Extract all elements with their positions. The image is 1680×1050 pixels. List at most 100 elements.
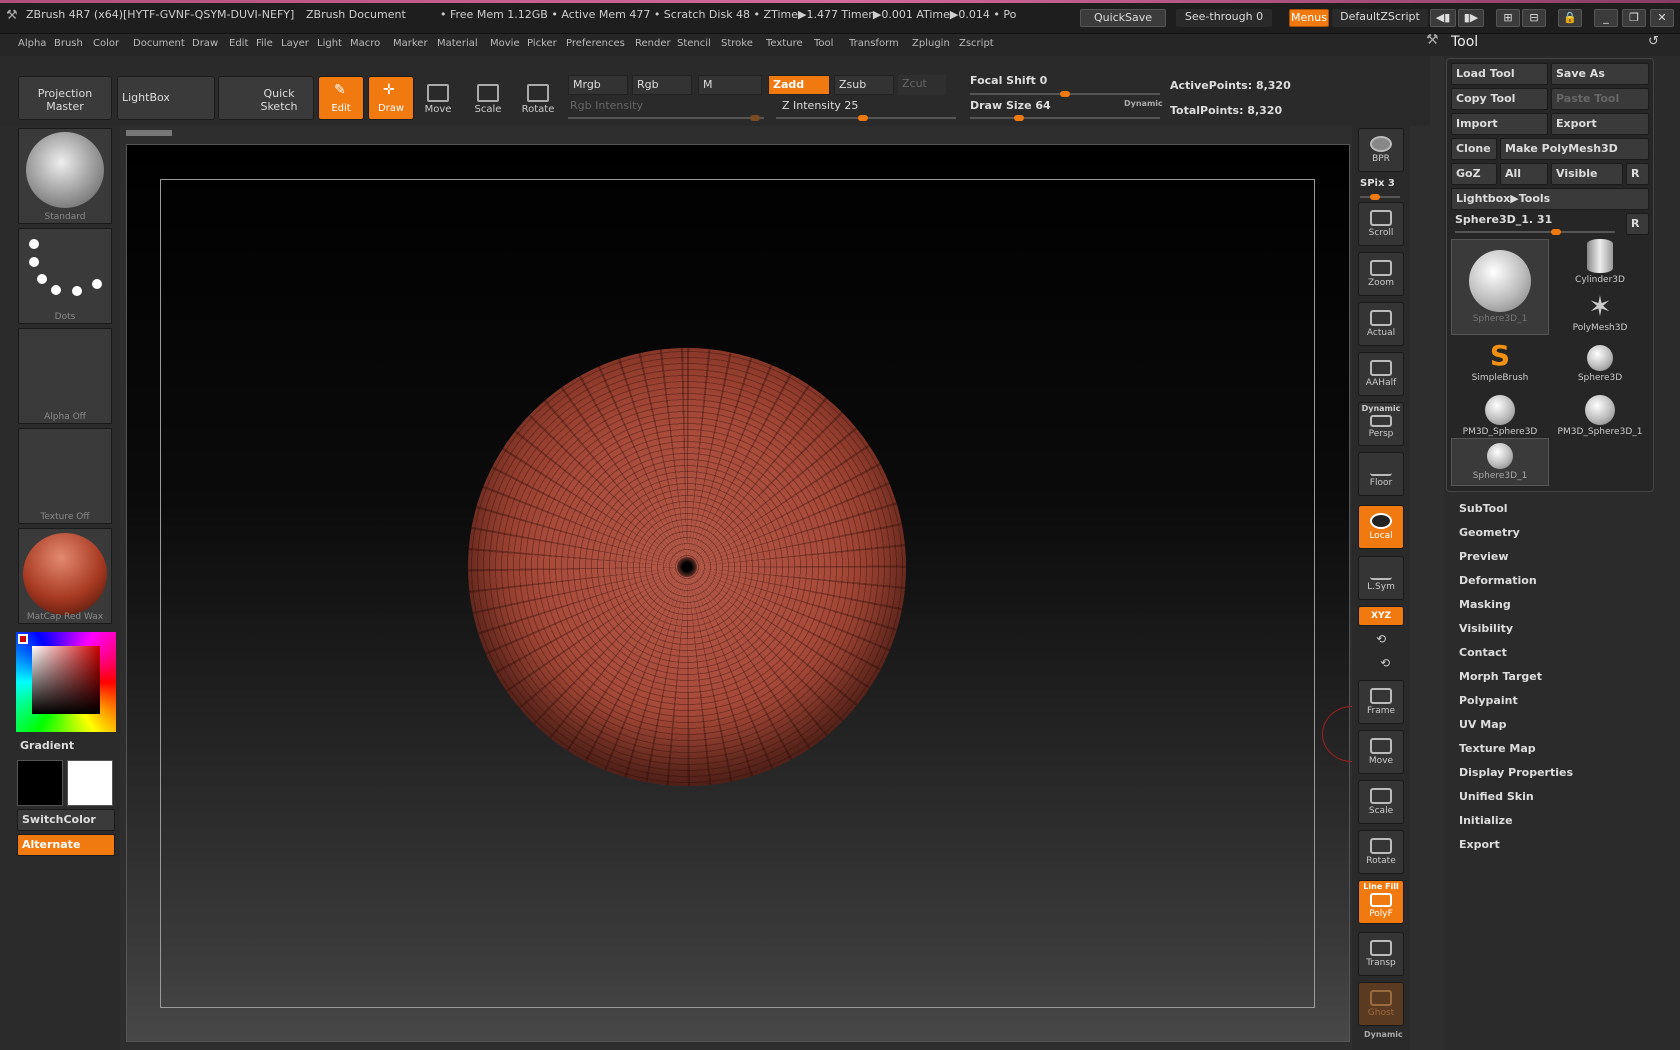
copy-tool-button[interactable]: Copy Tool xyxy=(1451,88,1548,110)
goz-button[interactable]: GoZ xyxy=(1451,163,1497,185)
save-as-button[interactable]: Save As xyxy=(1551,63,1649,85)
menu-macro[interactable]: Macro xyxy=(350,38,380,49)
tray-scroll-handle[interactable] xyxy=(126,130,172,136)
tool-thumb-simplebrush[interactable]: S SimpleBrush xyxy=(1451,339,1549,389)
menu-transform[interactable]: Transform xyxy=(849,38,899,49)
section-polypaint[interactable]: Polypaint xyxy=(1459,694,1518,707)
section-contact[interactable]: Contact xyxy=(1459,646,1507,659)
tool-thumb-sphere3d-1-active[interactable]: Sphere3D_1 xyxy=(1451,239,1549,335)
section-unified-skin[interactable]: Unified Skin xyxy=(1459,790,1534,803)
menu-texture[interactable]: Texture xyxy=(766,38,803,49)
actual-button[interactable]: Actual xyxy=(1358,302,1404,346)
menu-picker[interactable]: Picker xyxy=(527,38,557,49)
goz-r-button[interactable]: R xyxy=(1626,163,1649,185)
color-picker[interactable] xyxy=(16,632,116,732)
tool-thumb-sphere3d[interactable]: Sphere3D xyxy=(1551,339,1649,389)
frame-button[interactable]: Frame xyxy=(1358,680,1404,724)
transp-button[interactable]: Transp xyxy=(1358,932,1404,976)
stroke-tile[interactable]: Dots xyxy=(18,228,112,324)
sphere-mesh[interactable] xyxy=(468,348,906,786)
xyz-button[interactable]: XYZ xyxy=(1358,606,1404,626)
clone-button[interactable]: Clone xyxy=(1451,138,1497,160)
mrgb-button[interactable]: Mrgb xyxy=(568,75,628,95)
draw-size-slider[interactable]: Draw Size 64 xyxy=(970,99,1051,112)
make-polymesh3d-button[interactable]: Make PolyMesh3D xyxy=(1500,138,1649,160)
polyf-button[interactable]: Line Fill PolyF xyxy=(1358,880,1404,924)
aahalf-button[interactable]: AAHalf xyxy=(1358,352,1404,396)
rgb-intensity-track[interactable] xyxy=(568,115,764,121)
menu-alpha[interactable]: Alpha xyxy=(18,38,46,49)
y-rotate-icon[interactable]: ⟲ xyxy=(1376,632,1386,646)
section-deformation[interactable]: Deformation xyxy=(1459,574,1537,587)
section-preview[interactable]: Preview xyxy=(1459,550,1509,563)
close-icon[interactable]: ✕ xyxy=(1650,9,1674,27)
menu-color[interactable]: Color xyxy=(93,38,119,49)
alpha-tile[interactable]: Alpha Off xyxy=(18,328,112,424)
scroll-button[interactable]: Scroll xyxy=(1358,202,1404,246)
layout-icon[interactable]: ⊞ xyxy=(1496,9,1520,27)
tool-thumb-pm3d-sphere3d[interactable]: PM3D_Sphere3D xyxy=(1451,389,1549,439)
quick-sketch-button[interactable]: Quick Sketch xyxy=(218,76,314,120)
current-tool-slider[interactable]: Sphere3D_1. 31 xyxy=(1455,213,1552,226)
section-subtool[interactable]: SubTool xyxy=(1459,502,1508,515)
menu-edit[interactable]: Edit xyxy=(229,38,248,49)
menu-layer[interactable]: Layer xyxy=(281,38,309,49)
brush-tile[interactable]: Standard xyxy=(18,128,112,224)
paste-tool-button[interactable]: Paste Tool xyxy=(1551,88,1649,110)
m-button[interactable]: M xyxy=(698,75,762,95)
minimize-icon[interactable]: _ xyxy=(1594,9,1618,27)
tool-thumb-sphere3d-1[interactable]: Sphere3D_1 xyxy=(1451,438,1549,486)
texture-tile[interactable]: Texture Off xyxy=(18,428,112,524)
section-morph-target[interactable]: Morph Target xyxy=(1459,670,1542,683)
move-view-button[interactable]: Move xyxy=(1358,730,1404,774)
zoom-button[interactable]: Zoom xyxy=(1358,252,1404,296)
zsub-button[interactable]: Zsub xyxy=(834,75,894,95)
z-intensity-slider[interactable]: Z Intensity 25 xyxy=(782,99,858,112)
dynamic-toggle[interactable]: Dynamic xyxy=(1124,99,1163,108)
material-tile[interactable]: MatCap Red Wax xyxy=(18,528,112,624)
zadd-button[interactable]: Zadd xyxy=(768,75,830,95)
menu-stencil[interactable]: Stencil xyxy=(677,38,711,49)
menu-zplugin[interactable]: Zplugin xyxy=(912,38,950,49)
scale-view-button[interactable]: Scale xyxy=(1358,780,1404,824)
import-button[interactable]: Import xyxy=(1451,113,1548,135)
menu-tool[interactable]: Tool xyxy=(814,38,833,49)
all-button[interactable]: All xyxy=(1500,163,1548,185)
load-tool-button[interactable]: Load Tool xyxy=(1451,63,1548,85)
left-arrows-icon[interactable]: ◀▮ xyxy=(1430,9,1456,27)
menu-marker[interactable]: Marker xyxy=(393,38,428,49)
lsym-button[interactable]: L.Sym xyxy=(1358,556,1404,600)
see-through-slider[interactable]: See-through 0 xyxy=(1176,9,1272,27)
export-button[interactable]: Export xyxy=(1551,113,1649,135)
menus-button[interactable]: Menus xyxy=(1289,9,1329,27)
alternate-button[interactable]: Alternate xyxy=(17,834,115,856)
main-color-swatch[interactable] xyxy=(17,760,63,806)
default-zscript-button[interactable]: DefaultZScript xyxy=(1332,9,1428,27)
floor-button[interactable]: Floor xyxy=(1358,452,1404,496)
persp-button[interactable]: Dynamic Persp xyxy=(1358,402,1404,446)
menu-draw[interactable]: Draw xyxy=(192,38,218,49)
current-tool-track[interactable] xyxy=(1455,229,1615,235)
section-display-properties[interactable]: Display Properties xyxy=(1459,766,1573,779)
menu-zscript[interactable]: Zscript xyxy=(959,38,994,49)
rotate-tool-button[interactable]: Rotate xyxy=(516,78,560,122)
z-rotate-icon[interactable]: ⟲ xyxy=(1380,656,1390,670)
section-visibility[interactable]: Visibility xyxy=(1459,622,1513,635)
section-uv-map[interactable]: UV Map xyxy=(1459,718,1507,731)
spix-slider[interactable]: SPix 3 xyxy=(1360,178,1395,189)
menu-stroke[interactable]: Stroke xyxy=(721,38,753,49)
lightbox-button[interactable]: LightBox xyxy=(117,76,215,120)
tool-thumb-pm3d-sphere3d-1[interactable]: PM3D_Sphere3D_1 xyxy=(1551,389,1649,439)
zcut-button[interactable]: Zcut xyxy=(898,75,946,95)
section-geometry[interactable]: Geometry xyxy=(1459,526,1520,539)
menu-file[interactable]: File xyxy=(256,38,273,49)
projection-master-button[interactable]: Projection Master xyxy=(18,76,112,120)
color-square[interactable] xyxy=(32,646,100,714)
scale-tool-button[interactable]: Scale xyxy=(466,78,510,122)
secondary-color-swatch[interactable] xyxy=(67,760,113,806)
move-tool-button[interactable]: Move xyxy=(416,78,460,122)
visible-button[interactable]: Visible xyxy=(1551,163,1623,185)
rgb-intensity-slider[interactable]: Rgb Intensity xyxy=(570,99,643,112)
menu-brush[interactable]: Brush xyxy=(54,38,83,49)
bpr-button[interactable]: BPR xyxy=(1358,128,1404,172)
